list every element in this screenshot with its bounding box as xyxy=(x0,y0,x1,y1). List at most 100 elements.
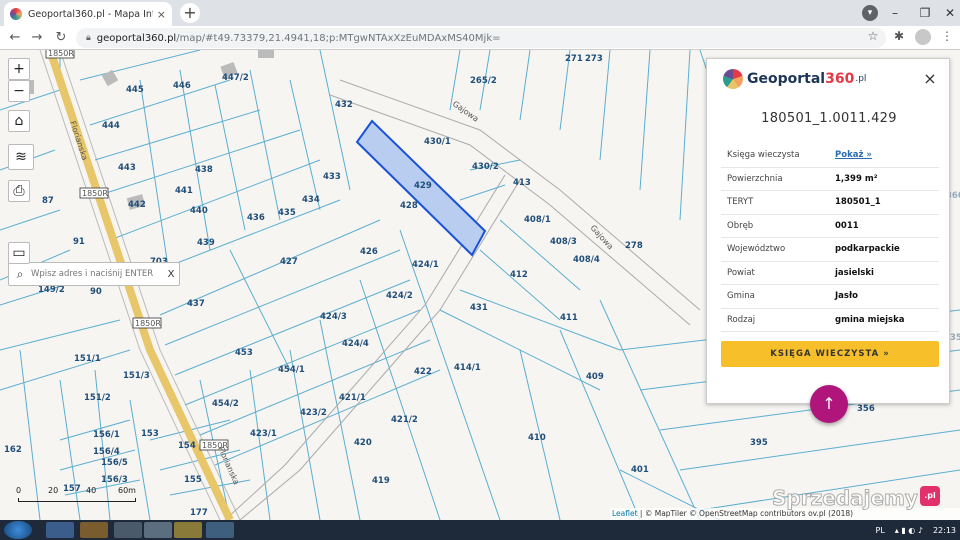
property-value: jasielski xyxy=(835,267,874,278)
property-row: Gmina Jasło xyxy=(721,285,939,309)
road-label: Florianska xyxy=(216,445,241,486)
svg-text:Florianska: Florianska xyxy=(216,445,241,486)
parcel-label: 156/4 xyxy=(93,447,120,457)
parcel-label: 430/2 xyxy=(472,162,499,172)
taskbar-app-icon[interactable] xyxy=(144,522,172,538)
parcel-label: 442 xyxy=(128,200,146,210)
taskbar-app-explorer-icon[interactable] xyxy=(46,522,74,538)
print-button[interactable]: ⎙ xyxy=(8,180,30,202)
parcel-label: 413 xyxy=(513,178,531,188)
layers-button[interactable]: ≋ xyxy=(8,144,34,170)
logo-name: Geoportal xyxy=(747,71,826,87)
parcel-label: 177 xyxy=(190,508,208,518)
property-value: podkarpackie xyxy=(835,244,900,255)
parcel-label: 441 xyxy=(175,186,193,196)
parcel-label: 156/5 xyxy=(101,458,128,468)
browser-window: Geoportal360.pl - Mapa Interakty × + ▾ –… xyxy=(0,0,960,540)
property-row: Województwo podkarpackie xyxy=(721,238,939,262)
parcel-label: 151/2 xyxy=(84,393,111,403)
land-register-button[interactable]: KSIĘGA WIECZYSTA » xyxy=(721,341,939,367)
leaflet-link[interactable]: Leaflet xyxy=(612,509,638,518)
svg-text:1850R: 1850R xyxy=(82,189,108,198)
property-key: Obręb xyxy=(727,220,754,231)
parcel-label: 424/3 xyxy=(320,312,347,322)
panel-close-button[interactable]: × xyxy=(921,69,939,88)
extensions-icon[interactable]: ✱ xyxy=(890,29,908,43)
measure-button[interactable]: ▭ xyxy=(8,242,30,264)
parcel-label: 410 xyxy=(528,433,546,443)
scale-label: 60m xyxy=(118,486,136,495)
tab-geoportal[interactable]: Geoportal360.pl - Mapa Interakty × xyxy=(4,2,172,26)
parcel-label: 436 xyxy=(247,213,265,223)
svg-text:Florianska: Florianska xyxy=(68,120,89,162)
minimize-icon[interactable]: – xyxy=(880,6,910,20)
property-key: Powierzchnia xyxy=(727,173,783,184)
parcel-label: 445 xyxy=(126,85,144,95)
parcel-label: 453 xyxy=(235,348,253,358)
parcel-label: 90 xyxy=(90,287,102,297)
property-row: TERYT 180501_1 xyxy=(721,191,939,215)
geoportal-favicon-icon xyxy=(10,8,22,20)
new-tab-button[interactable]: + xyxy=(180,3,200,23)
profile-menu-icon[interactable]: ▾ xyxy=(862,5,878,21)
user-avatar[interactable] xyxy=(915,29,931,45)
scale-label: 20 xyxy=(48,486,59,495)
parcel-label: 431 xyxy=(470,303,488,313)
window-close-icon[interactable]: ✕ xyxy=(940,6,960,20)
home-button[interactable]: ⌂ xyxy=(8,110,30,132)
home-icon: ⌂ xyxy=(14,113,24,129)
property-key: Rodzaj xyxy=(727,314,756,325)
road-label: Florianska xyxy=(68,120,89,162)
taskbar-app-folder-icon[interactable] xyxy=(174,522,202,538)
tray-icons[interactable]: ▴ ▮ ◐ ♪ xyxy=(895,526,923,535)
parcel-label: 151/1 xyxy=(74,354,101,364)
parcel-label: 438 xyxy=(195,165,213,175)
search-clear-button[interactable]: X xyxy=(163,269,179,280)
parcel-label: 411 xyxy=(560,313,578,323)
forward-icon[interactable]: → xyxy=(28,29,46,47)
browser-menu-icon[interactable]: ⋮ xyxy=(938,29,956,43)
land-register-link[interactable]: Pokaż » xyxy=(835,150,939,160)
logo-tld: .pl xyxy=(855,74,867,84)
taskbar-app-media-icon[interactable] xyxy=(80,522,108,538)
parcel-label: 421/2 xyxy=(391,415,418,425)
parcel-label: 156/1 xyxy=(93,430,120,440)
language-indicator[interactable]: PL xyxy=(876,526,885,535)
address-search-input[interactable] xyxy=(31,269,163,279)
clock[interactable]: 22:13 xyxy=(933,526,956,535)
parcel-label: 409 xyxy=(586,372,604,382)
parcel-label: 414/1 xyxy=(454,363,481,373)
property-key: Województwo xyxy=(727,244,786,255)
bookmark-star-icon[interactable]: ☆ xyxy=(864,29,882,43)
system-tray: PL ▴ ▮ ◐ ♪ 22:13 xyxy=(876,522,956,538)
url-path: /map/#t49.73379,21.4941,18;p:MTgwNTAxXzE… xyxy=(176,32,501,44)
reload-icon[interactable]: ↻ xyxy=(52,29,70,47)
tab-close-icon[interactable]: × xyxy=(157,8,166,21)
parcel-label: 439 xyxy=(197,238,215,248)
taskbar-app-chrome-icon[interactable] xyxy=(206,522,234,538)
start-button-icon[interactable] xyxy=(4,521,32,539)
parcel-label: 423/1 xyxy=(250,429,277,439)
taskbar-app-tool-icon[interactable] xyxy=(114,522,142,538)
parcel-label: 444 xyxy=(102,121,120,131)
road-label: Gajowa xyxy=(451,99,481,123)
attribution-text: | © MapTiler © OpenStreetMap contributor… xyxy=(637,509,806,518)
parcel-label: 421/1 xyxy=(339,393,366,403)
maximize-icon[interactable]: ❐ xyxy=(910,6,940,20)
zoom-in-button[interactable]: + xyxy=(8,58,30,80)
scroll-up-button[interactable]: ↑ xyxy=(810,385,848,423)
svg-text:Gajowa: Gajowa xyxy=(451,99,481,123)
property-value: gmina miejska xyxy=(835,314,905,325)
property-row: Powierzchnia 1,399 m² xyxy=(721,168,939,191)
address-bar[interactable]: 🔒︎ geoportal360.pl/map/#t49.73379,21.494… xyxy=(76,28,886,48)
parcel-label: 149/2 xyxy=(38,285,65,295)
zoom-out-button[interactable]: − xyxy=(8,80,30,102)
parcel-label: 162 xyxy=(4,445,22,455)
back-icon[interactable]: ← xyxy=(6,29,24,47)
search-icon: ⌕ xyxy=(16,266,24,281)
property-value: Jasło xyxy=(835,291,858,302)
watermark-logo: Sprzedajemy xyxy=(772,486,919,511)
parcel-label: 412 xyxy=(510,270,528,280)
parcel-label: 424/4 xyxy=(342,339,369,349)
logo-number: 360 xyxy=(825,71,855,87)
